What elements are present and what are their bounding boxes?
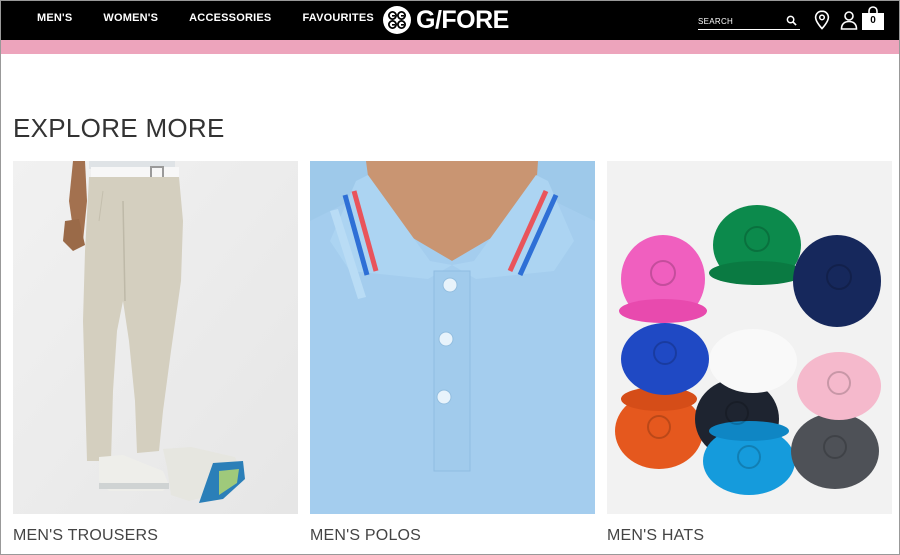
polos-image (310, 161, 595, 514)
search-icon[interactable] (786, 15, 797, 26)
account-icon[interactable] (840, 10, 858, 30)
category-card-trousers[interactable]: MEN'S TROUSERS (13, 161, 298, 544)
top-nav-bar: MEN'S WOMEN'S ACCESSORIES FAVOURITES G/F… (1, 1, 899, 40)
hats-image (607, 161, 892, 514)
nav-item-mens[interactable]: MEN'S (37, 12, 72, 24)
promo-strip (1, 40, 899, 54)
nav-item-womens[interactable]: WOMEN'S (103, 12, 158, 24)
category-card-hats[interactable]: MEN'S HATS (607, 161, 892, 544)
card-caption[interactable]: MEN'S HATS (607, 527, 704, 545)
bag-count-badge: 0 (870, 15, 876, 26)
shopping-bag-button[interactable]: 0 (861, 5, 885, 31)
card-caption[interactable]: MEN'S TROUSERS (13, 527, 158, 545)
category-card-polos[interactable]: MEN'S POLOS (310, 161, 595, 544)
card-caption[interactable]: MEN'S POLOS (310, 527, 421, 545)
logo-mark-icon (383, 6, 411, 34)
search-input[interactable] (698, 14, 784, 28)
nav-item-accessories[interactable]: ACCESSORIES (189, 12, 271, 24)
brand-logo[interactable]: G/FORE (382, 4, 509, 36)
search-box[interactable] (698, 13, 800, 30)
logo-text: G/FORE (416, 5, 509, 34)
main-nav: MEN'S WOMEN'S ACCESSORIES FAVOURITES (37, 12, 405, 24)
section-title: EXPLORE MORE (13, 113, 225, 143)
trousers-image (13, 161, 298, 514)
store-locator-icon[interactable] (814, 10, 830, 30)
nav-item-favourites[interactable]: FAVOURITES (302, 12, 373, 24)
